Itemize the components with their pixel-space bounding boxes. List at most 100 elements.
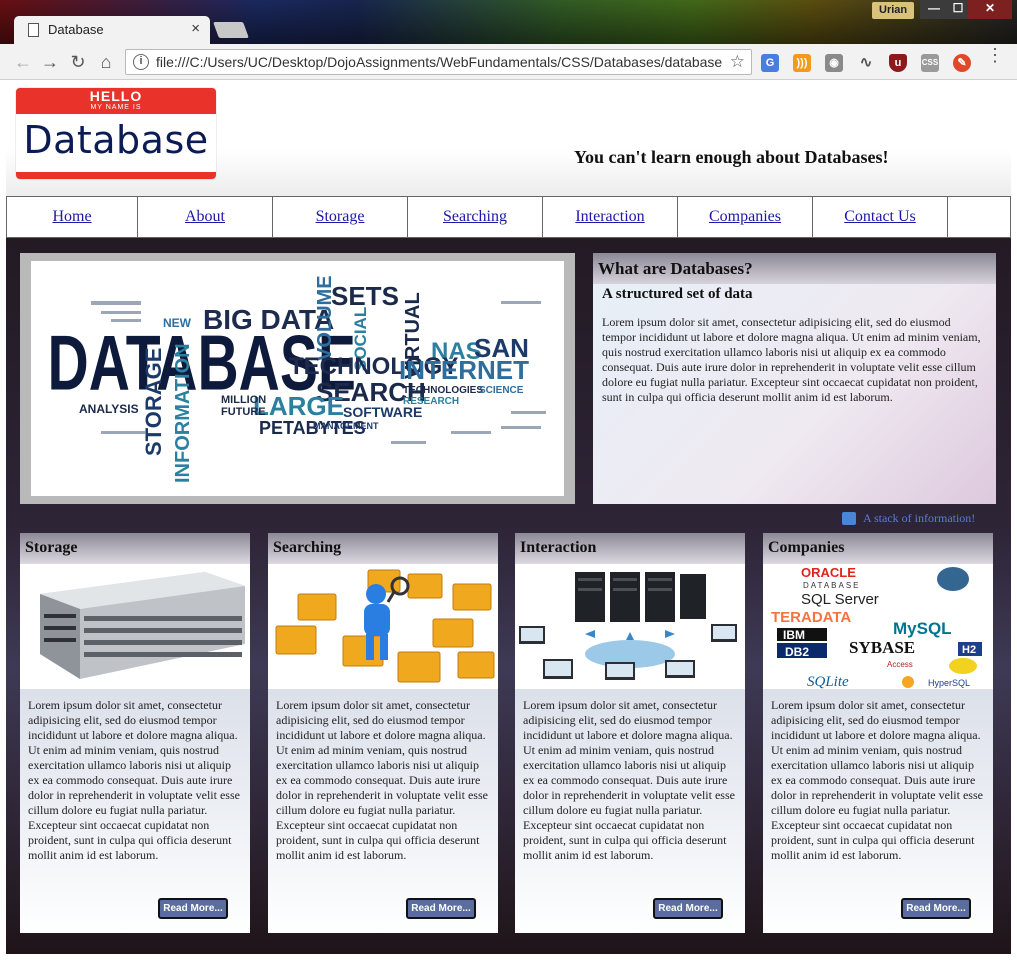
access-logo-text: Access: [887, 660, 913, 669]
nav-item-about[interactable]: About: [138, 197, 273, 237]
hero-word: INFORMATION: [172, 343, 194, 483]
folders-search-icon: [275, 569, 495, 683]
site-header: HELLO MY NAME IS Database You can't lear…: [6, 80, 1011, 196]
card-searching: Searching Lorem ipsum dolor sit amet, co…: [268, 533, 498, 933]
oracle-logo-text: ORACLE: [801, 565, 856, 580]
sqlite-logo-text: SQLite: [807, 674, 849, 689]
nav-link-companies[interactable]: Companies: [709, 208, 781, 225]
nav-item-interaction[interactable]: Interaction: [543, 197, 678, 237]
oracle-database-text: DATABASE: [803, 581, 861, 590]
hero-word: MANAGEMENT: [313, 421, 379, 431]
hero-word: MILLION: [221, 394, 266, 406]
nav-link-searching[interactable]: Searching: [443, 208, 507, 225]
card-storage: Storage Lorem ipsum dolor sit amet, cons…: [20, 533, 250, 933]
nav-item-companies[interactable]: Companies: [678, 197, 813, 237]
h2-logo-text: H2: [962, 644, 976, 656]
ublock-extension-icon[interactable]: u: [889, 54, 907, 72]
rss-extension-icon[interactable]: ))): [793, 54, 811, 72]
forward-arrow-icon[interactable]: →: [38, 50, 62, 74]
site-logo: HELLO MY NAME IS Database: [16, 88, 216, 179]
tab-close-icon[interactable]: ×: [191, 20, 200, 37]
address-bar[interactable]: i file:///C:/Users/UC/Desktop/DojoAssign…: [125, 49, 752, 75]
site-tagline: You can't learn enough about Databases!: [574, 147, 889, 167]
server-rack-image: [20, 564, 250, 689]
nav-link-interaction[interactable]: Interaction: [575, 208, 644, 225]
window-titlebar: Database × Urian — ☐ ✕: [0, 0, 1017, 44]
hero-frame: DATABASE BIG DATA SETS VOLUME SOCIAL VIR…: [20, 253, 575, 504]
new-tab-button[interactable]: [213, 22, 249, 38]
pulse-extension-icon[interactable]: ∿: [857, 54, 875, 72]
nav-link-about[interactable]: About: [185, 208, 225, 225]
hero-word: TECHNOLOGIES: [403, 385, 483, 396]
nav-link-contact[interactable]: Contact Us: [844, 208, 916, 225]
nav-item-storage[interactable]: Storage: [273, 197, 408, 237]
card-title: Interaction: [515, 533, 745, 564]
profile-badge[interactable]: Urian: [872, 2, 915, 19]
hero-word: VOLUME: [314, 275, 336, 361]
search-folders-image: [268, 564, 498, 689]
card-interaction: Interaction Lorem ipsum dolor sit amet, …: [515, 533, 745, 933]
logo-band: HELLO MY NAME IS: [16, 88, 216, 114]
card-body-text: Lorem ipsum dolor sit amet, consectetur …: [523, 698, 735, 862]
read-more-button[interactable]: Read More...: [158, 898, 228, 919]
logo-myname: MY NAME IS: [90, 104, 142, 111]
logo-name: Database: [23, 118, 209, 162]
read-more-button[interactable]: Read More...: [406, 898, 476, 919]
browser-menu-icon[interactable]: ⋮: [986, 46, 1004, 64]
intro-heading: What are Databases?: [593, 253, 996, 284]
mysql-logo-text: MySQL: [893, 619, 952, 638]
home-icon[interactable]: ⌂: [94, 50, 118, 74]
hero-word: NEW: [163, 316, 192, 330]
hypersql-logo-text: HyperSQL: [928, 678, 970, 688]
read-more-button[interactable]: Read More...: [653, 898, 723, 919]
page-viewport: HELLO MY NAME IS Database You can't lear…: [0, 80, 1017, 977]
stack-of-information-link[interactable]: A stack of information!: [842, 511, 975, 526]
ibm-logo-text: IBM: [783, 628, 805, 642]
hero-word: ANALYSIS: [79, 402, 139, 416]
card-title: Companies: [763, 533, 993, 564]
network-servers-icon: [519, 572, 737, 680]
info-icon[interactable]: i: [133, 54, 149, 70]
network-interaction-image: [515, 564, 745, 689]
stack-link-label[interactable]: A stack of information!: [863, 511, 975, 526]
nav-item-home[interactable]: Home: [7, 197, 138, 237]
logo-hello: HELLO: [89, 88, 143, 104]
hero-word: SCIENCE: [479, 385, 524, 396]
nav-item-contact[interactable]: Contact Us: [813, 197, 948, 237]
fire-extension-icon[interactable]: ✎: [953, 54, 971, 72]
browser-tab[interactable]: Database ×: [14, 16, 210, 44]
main-content: DATABASE BIG DATA SETS VOLUME SOCIAL VIR…: [6, 238, 1011, 954]
css-extension-icon[interactable]: CSS: [921, 54, 939, 72]
translate-extension-icon[interactable]: G: [761, 54, 779, 72]
nav-link-storage[interactable]: Storage: [316, 208, 365, 225]
database-company-logos-image: ORACLE DATABASE SQL Server TERADATA MySQ…: [763, 564, 993, 689]
company-logos-collage: ORACLE DATABASE SQL Server TERADATA MySQ…: [771, 565, 982, 689]
hero-word: LARGE: [253, 391, 344, 421]
intro-subheading: A structured set of data: [602, 286, 753, 302]
intro-body-text: Lorem ipsum dolor sit amet, consectetur …: [602, 315, 981, 404]
nav-link-home[interactable]: Home: [52, 208, 91, 225]
card-title: Storage: [20, 533, 250, 564]
page-footer-strip: [6, 954, 1011, 964]
main-navigation: Home About Storage Searching Interaction…: [6, 196, 1011, 238]
close-window-button[interactable]: ✕: [968, 0, 1012, 19]
read-more-button[interactable]: Read More...: [901, 898, 971, 919]
browser-toolbar: ← → ↻ ⌂ i file:///C:/Users/UC/Desktop/Do…: [0, 44, 1017, 80]
logo-footer-band: [16, 172, 216, 179]
hero-word: SETS: [331, 281, 399, 311]
camera-extension-icon[interactable]: ◉: [825, 54, 843, 72]
tab-title: Database: [48, 22, 104, 37]
hero-word: FUTURE: [221, 406, 266, 418]
card-body-text: Lorem ipsum dolor sit amet, consectetur …: [771, 698, 983, 862]
card-companies: Companies ORACLE DATABASE SQL Server TER…: [763, 533, 993, 933]
back-arrow-icon[interactable]: ←: [11, 50, 35, 74]
intro-panel: What are Databases? A structured set of …: [593, 253, 996, 504]
stack-icon: [842, 512, 856, 525]
reload-icon[interactable]: ↻: [66, 50, 90, 74]
card-body-text: Lorem ipsum dolor sit amet, consectetur …: [276, 698, 488, 862]
url-text[interactable]: file:///C:/Users/UC/Desktop/DojoAssignme…: [156, 54, 722, 70]
nav-item-searching[interactable]: Searching: [408, 197, 543, 237]
teradata-logo-text: TERADATA: [771, 609, 851, 626]
server-rack-icon: [40, 572, 245, 679]
bookmark-star-icon[interactable]: ☆: [730, 52, 745, 72]
